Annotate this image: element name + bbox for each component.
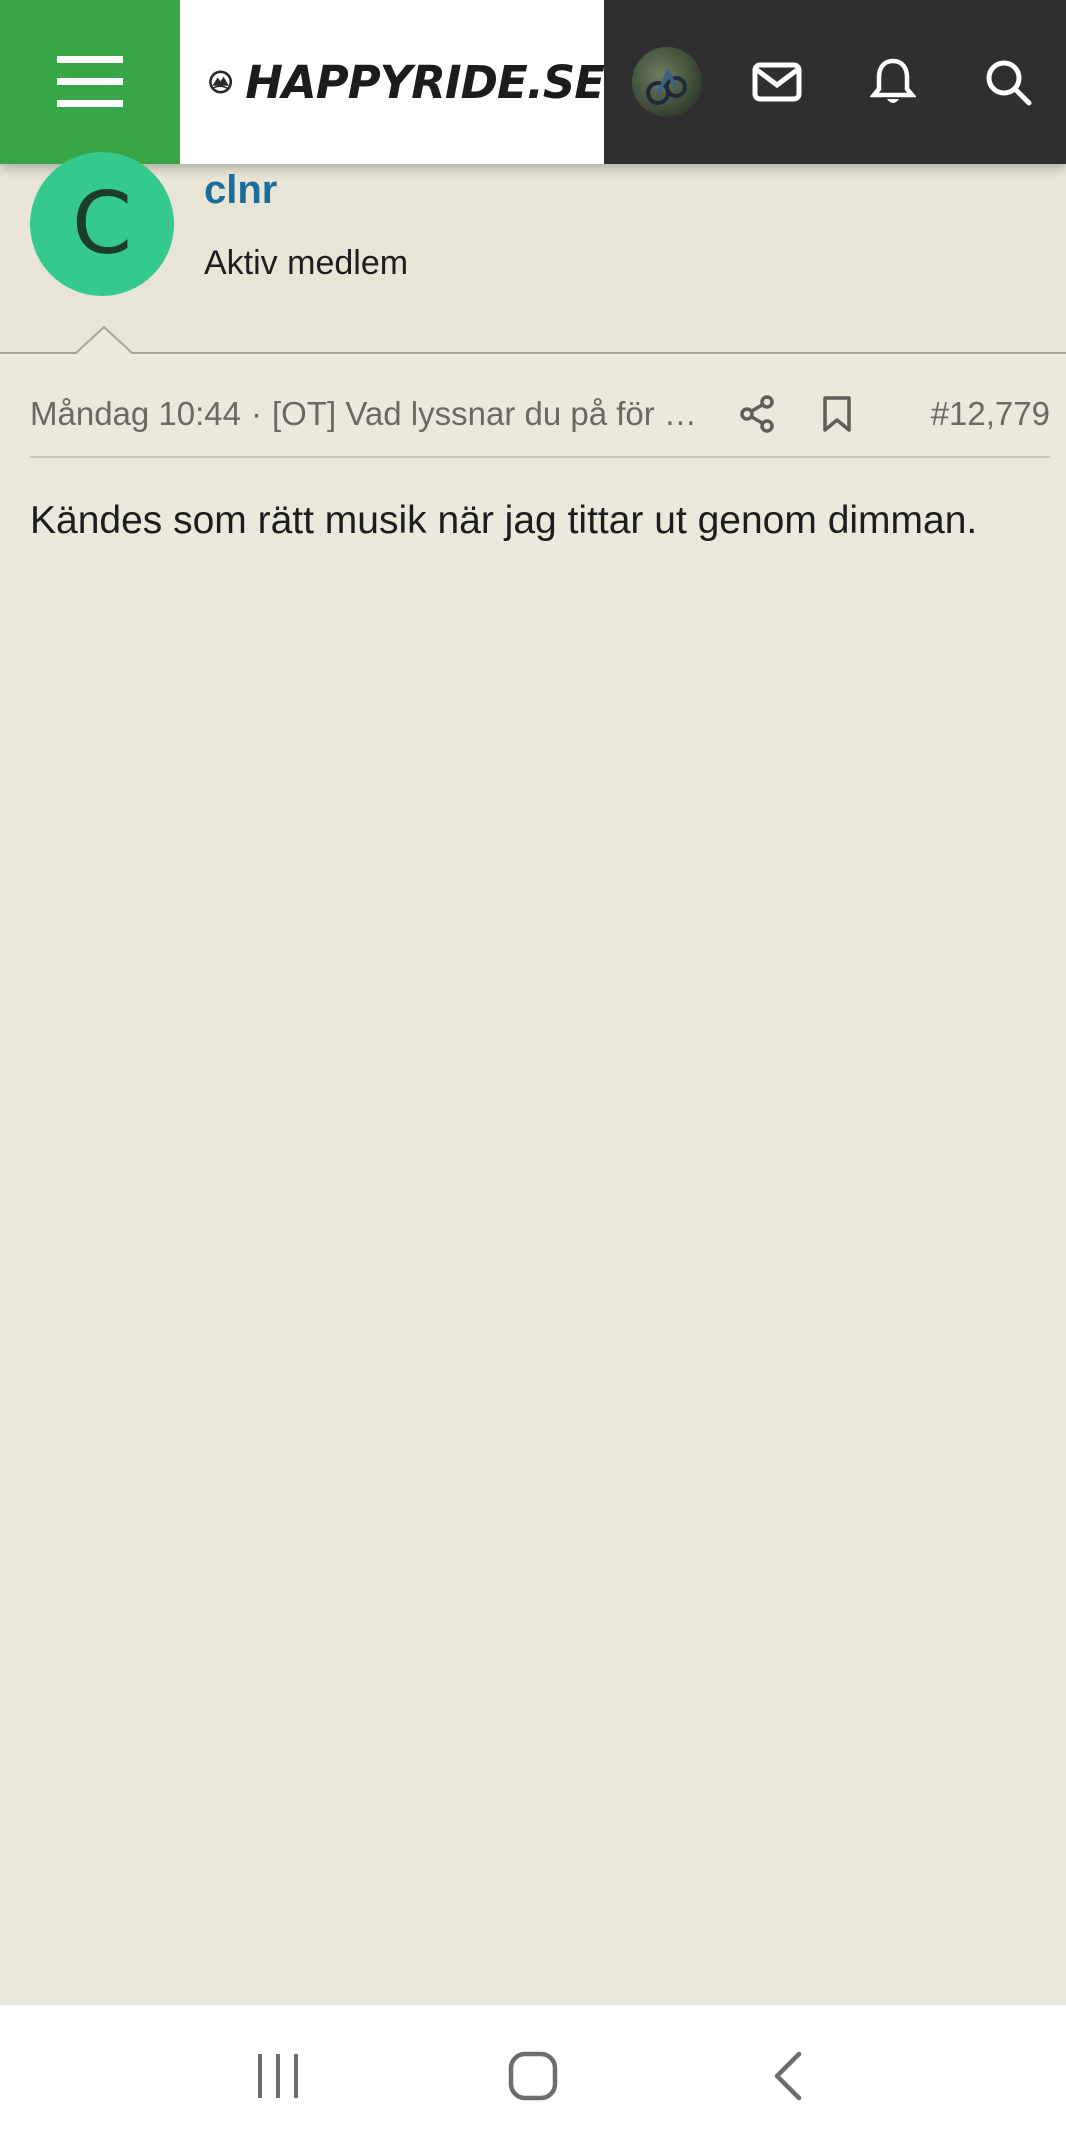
post-date[interactable]: Måndag 10:44 — [30, 395, 241, 433]
page: HAPPYRIDE.SE C clnr Aktiv medlem Måndag … — [0, 0, 1066, 2147]
notifications-button[interactable] — [853, 42, 933, 122]
post-body: Kändes som rätt musik när jag tittar ut … — [30, 499, 978, 542]
author-avatar[interactable]: C — [30, 152, 174, 296]
messages-button[interactable] — [737, 42, 817, 122]
home-button[interactable] — [488, 2031, 578, 2121]
home-icon — [508, 2051, 558, 2101]
post-meta: Måndag 10:44 · [OT] Vad lyssnar du på fö… — [30, 384, 1050, 444]
recents-icon — [257, 2054, 298, 2098]
back-button[interactable] — [743, 2031, 833, 2121]
thread-title-link[interactable]: [OT] Vad lyssnar du på för musik? — [272, 395, 712, 433]
logo-text: HAPPYRIDE.SE — [245, 55, 605, 109]
meta-separator: · — [251, 395, 263, 432]
site-header: HAPPYRIDE.SE — [0, 0, 1066, 164]
user-avatar[interactable] — [632, 47, 702, 117]
back-icon — [775, 2051, 802, 2101]
system-nav-bar — [0, 2004, 1066, 2147]
author-title: Aktiv medlem — [204, 244, 409, 282]
header-actions — [604, 0, 1066, 164]
bookmark-button[interactable] — [812, 389, 862, 439]
search-button[interactable] — [968, 42, 1048, 122]
menu-button[interactable] — [0, 0, 180, 164]
bookmark-icon — [823, 396, 851, 432]
bike-photo-icon — [646, 68, 687, 105]
author-avatar-letter: C — [71, 174, 133, 274]
share-icon — [740, 395, 774, 433]
site-logo[interactable]: HAPPYRIDE.SE — [180, 0, 605, 164]
search-icon — [986, 60, 1032, 106]
author-pointer — [76, 326, 132, 354]
meta-divider — [30, 456, 1050, 458]
bell-icon — [869, 58, 916, 103]
hamburger-icon — [57, 56, 123, 107]
logo-mountain-icon — [209, 70, 233, 94]
share-button[interactable] — [732, 389, 782, 439]
recents-button[interactable] — [233, 2031, 323, 2121]
envelope-icon — [752, 62, 802, 102]
author-name[interactable]: clnr — [204, 168, 277, 213]
author-divider — [0, 352, 1066, 354]
post-number[interactable]: #12,779 — [931, 395, 1050, 433]
